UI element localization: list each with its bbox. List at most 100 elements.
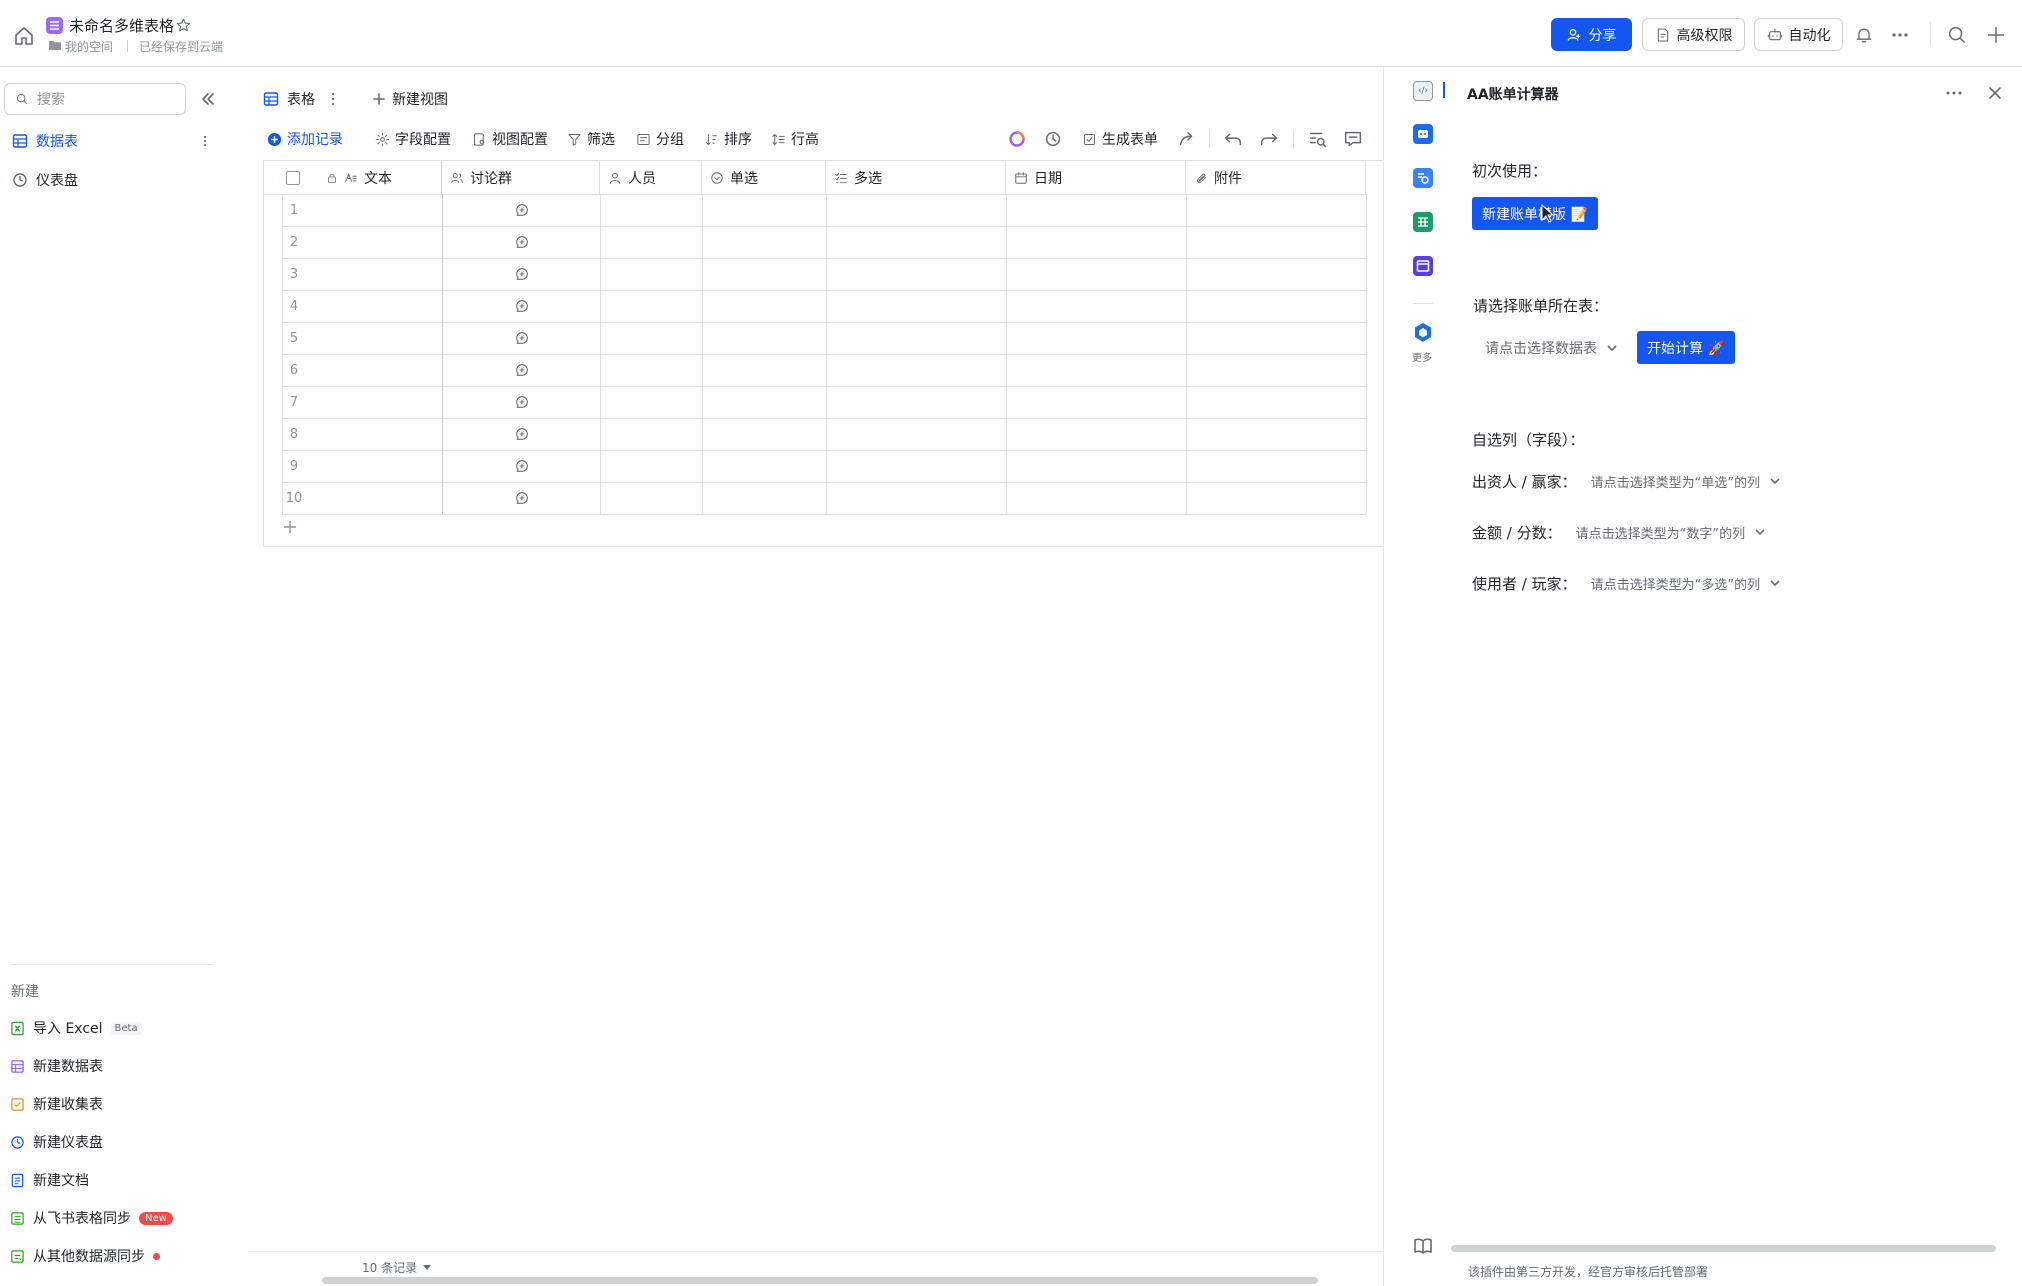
plugin-horizontal-scrollbar[interactable] <box>1451 1245 1996 1252</box>
sort-button[interactable]: 排序 <box>704 127 752 151</box>
field-config-button[interactable]: 字段配置 <box>375 127 451 151</box>
new-datasheet-item[interactable]: 新建数据表 <box>10 1051 103 1081</box>
create-group-chat-icon[interactable] <box>514 458 530 474</box>
more-vertical-icon[interactable] <box>328 91 338 107</box>
row-height-button[interactable]: 行高 <box>771 127 819 151</box>
automation-button[interactable]: 自动化 <box>1754 18 1843 51</box>
create-group-chat-icon[interactable] <box>514 490 530 506</box>
new-form-item[interactable]: 新建收集表 <box>10 1089 103 1119</box>
more-horizontal-icon[interactable] <box>1890 25 1910 45</box>
sidebar-item-label: 仪表盘 <box>36 173 78 189</box>
select-all-checkbox[interactable] <box>286 170 300 185</box>
column-header-person[interactable]: 人员 <box>600 161 702 194</box>
create-group-chat-icon[interactable] <box>514 426 530 442</box>
sidebar-search-input[interactable]: 搜索 <box>4 83 186 115</box>
payer-select-placeholder: 请点击选择类型为“单选”的列 <box>1590 475 1761 491</box>
dashboard-icon <box>13 173 27 187</box>
plus-icon[interactable] <box>1985 24 2007 46</box>
plugin-code-icon[interactable]: ‹/› <box>1413 81 1433 101</box>
chevron-down-icon <box>1770 580 1780 587</box>
column-header-text[interactable]: 文本 <box>264 161 442 194</box>
breadcrumb-space[interactable]: 我的空间 <box>65 38 113 55</box>
column-header-multi-select[interactable]: 多选 <box>826 161 1006 194</box>
collapse-sidebar-icon[interactable] <box>198 89 218 109</box>
tab-grid-view[interactable]: 表格 <box>263 88 315 110</box>
share-label: 分享 <box>1588 27 1617 44</box>
advanced-permissions-button[interactable]: 高级权限 <box>1642 18 1745 51</box>
new-item-label: 从其他数据源同步 <box>33 1249 145 1265</box>
sidebar-item-dashboard[interactable]: 仪表盘 <box>6 163 220 197</box>
share-button[interactable]: 分享 <box>1551 18 1632 51</box>
record-count[interactable]: 10 条记录 <box>362 1259 432 1276</box>
grid-line <box>282 354 1366 355</box>
share-view-icon[interactable] <box>1176 128 1198 150</box>
footer-divider <box>248 1251 1383 1252</box>
amount-field-label: 金额 / 分数： <box>1472 523 1562 542</box>
search-icon[interactable] <box>1946 24 1968 46</box>
column-header-discussion[interactable]: 讨论群 <box>442 161 600 194</box>
automation-label: 自动化 <box>1788 27 1831 44</box>
column-header-date[interactable]: 日期 <box>1006 161 1186 194</box>
user-column-select[interactable]: 请点击选择类型为“多选”的列 <box>1591 574 1782 593</box>
create-group-chat-icon[interactable] <box>514 394 530 410</box>
horizontal-scrollbar[interactable] <box>322 1277 1318 1284</box>
plugin-find-replace-icon[interactable] <box>1413 168 1433 188</box>
amount-column-select[interactable]: 请点击选择类型为“数字”的列 <box>1576 523 1767 542</box>
view-config-label: 视图配置 <box>492 132 548 148</box>
sheet-icon <box>11 1211 24 1225</box>
bell-icon[interactable] <box>1854 25 1874 45</box>
star-icon[interactable] <box>175 17 192 34</box>
create-group-chat-icon[interactable] <box>514 362 530 378</box>
history-icon[interactable] <box>1042 128 1064 150</box>
plugin-window-icon[interactable] <box>1413 256 1433 276</box>
search-records-icon[interactable] <box>1307 128 1329 150</box>
row-number: 4 <box>289 299 299 314</box>
view-config-button[interactable]: 视图配置 <box>472 127 548 151</box>
add-record-button[interactable]: 添加记录 <box>267 127 343 151</box>
close-icon[interactable] <box>1985 83 2005 103</box>
plugin-robot-icon[interactable] <box>1413 124 1433 144</box>
group-button[interactable]: 分组 <box>636 127 684 151</box>
ai-assistant-icon[interactable] <box>1006 128 1028 150</box>
doc-title[interactable]: 未命名多维表格 <box>69 15 174 36</box>
more-horizontal-icon[interactable] <box>1944 84 1964 102</box>
sidebar: 搜索 数据表 仪表盘 新建 导入 Excel Beta 新建数据表 新建收集表 … <box>0 67 232 1286</box>
new-dashboard-item[interactable]: 新建仪表盘 <box>10 1127 103 1157</box>
add-row-plus-icon[interactable] <box>282 519 298 535</box>
new-doc-item[interactable]: 新建文档 <box>10 1165 89 1195</box>
filter-button[interactable]: 筛选 <box>567 127 615 151</box>
comment-icon[interactable] <box>1342 128 1364 150</box>
column-header-label: 日期 <box>1034 170 1062 187</box>
form-check-icon <box>1084 133 1095 145</box>
create-group-chat-icon[interactable] <box>514 330 530 346</box>
create-group-chat-icon[interactable] <box>514 298 530 314</box>
home-icon[interactable] <box>12 24 36 48</box>
active-plugin-indicator <box>1443 82 1445 98</box>
select-bill-table-label: 请选择账单所在表： <box>1473 297 1609 315</box>
bill-table-select[interactable]: 请点击选择数据表 <box>1485 335 1619 361</box>
new-view-button[interactable]: 新建视图 <box>372 88 448 110</box>
generate-form-button[interactable]: 生成表单 <box>1082 127 1158 151</box>
grid-line <box>1006 194 1007 514</box>
column-header-single-select[interactable]: 单选 <box>702 161 826 194</box>
create-group-chat-icon[interactable] <box>514 234 530 250</box>
sidebar-item-datasheet[interactable]: 数据表 <box>6 124 220 158</box>
grid-line <box>282 418 1366 419</box>
plugin-marketplace-icon[interactable] <box>1413 322 1433 344</box>
start-calculation-button[interactable]: 开始计算 🚀 <box>1637 331 1735 364</box>
sync-table-icon <box>11 1249 24 1263</box>
more-vertical-icon[interactable] <box>198 134 212 148</box>
create-group-chat-icon[interactable] <box>514 266 530 282</box>
create-group-chat-icon[interactable] <box>514 202 530 218</box>
book-icon[interactable] <box>1414 1238 1432 1254</box>
plugin-table-icon[interactable] <box>1413 212 1433 232</box>
sync-other-source-item[interactable]: 从其他数据源同步 <box>10 1241 160 1271</box>
import-excel-item[interactable]: 导入 Excel Beta <box>10 1013 142 1043</box>
payer-column-select[interactable]: 请点击选择类型为“单选”的列 <box>1591 472 1782 491</box>
column-header-attachment[interactable]: 附件 <box>1186 161 1366 194</box>
sync-feishu-sheet-item[interactable]: 从飞书表格同步 New <box>10 1203 173 1233</box>
redo-icon[interactable] <box>1258 128 1280 150</box>
undo-icon[interactable] <box>1222 128 1244 150</box>
new-bill-template-button[interactable]: 新建账单模版 📝 <box>1472 197 1598 230</box>
user-field-row: 使用者 / 玩家： 请点击选择类型为“多选”的列 <box>1472 570 1782 596</box>
